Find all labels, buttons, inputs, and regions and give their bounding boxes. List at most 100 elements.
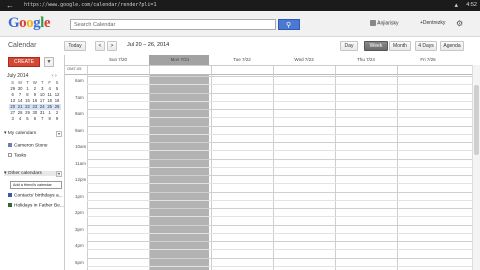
half-hour-line	[87, 183, 473, 185]
logo-letter: G	[8, 15, 20, 31]
time-label: 6am	[75, 78, 84, 83]
create-dropdown-button[interactable]: ▼	[44, 57, 54, 67]
day-header[interactable]: Thu 7/24	[335, 57, 397, 65]
calendar-item-birthdays[interactable]: Contacts' birthdays a...	[8, 193, 63, 198]
hour-line	[87, 257, 473, 259]
half-hour-line	[87, 117, 473, 119]
view-week-button[interactable]: Week	[364, 41, 388, 51]
logo-letter: e	[43, 15, 51, 31]
app-header: Google Search Calendar ⚲ Anjiarisky +Den…	[0, 11, 480, 37]
mini-calendar-title: July 2014	[7, 73, 29, 79]
back-arrow-icon[interactable]: ←	[6, 1, 14, 10]
time-label: 5pm	[75, 259, 84, 265]
mini-calendar-day[interactable]: 7	[39, 116, 46, 122]
user-label: Anjiarisky	[377, 20, 399, 27]
create-button[interactable]: CREATE	[8, 57, 40, 67]
user-menu[interactable]: Anjiarisky	[370, 20, 399, 26]
calendar-item-cameron[interactable]: Cameron Stone	[8, 143, 48, 148]
google-logo[interactable]: Google	[8, 15, 51, 32]
view-4days-button[interactable]: 4 Days	[415, 41, 437, 51]
hour-line	[87, 175, 473, 176]
my-calendars-title[interactable]: ▾ My calendars	[4, 131, 36, 136]
day-header[interactable]: Wed 7/23	[273, 57, 335, 65]
share-link[interactable]: +Dentrezky	[420, 20, 445, 26]
day-header[interactable]: Fri 7/25	[397, 57, 459, 65]
calendar-color-swatch	[8, 203, 12, 207]
prev-button[interactable]: <	[95, 41, 105, 51]
mini-calendar-day[interactable]: 9	[53, 116, 60, 122]
chevron-down-icon[interactable]: ▾	[56, 131, 62, 137]
time-label: 1pm	[75, 193, 84, 199]
time-label: 10am	[75, 144, 87, 149]
scrollbar-thumb[interactable]	[474, 85, 479, 155]
half-hour-line	[87, 216, 473, 218]
avatar	[370, 20, 376, 26]
mini-calendar-week: 3456789	[9, 116, 61, 122]
search-icon: ⚲	[286, 22, 292, 29]
app-title: Calendar	[8, 42, 37, 49]
mini-calendar-day[interactable]: 8	[46, 116, 53, 122]
tooltip: Add a friend's calendar	[10, 181, 62, 189]
calendar-item-label: Tasks	[14, 153, 27, 159]
calendar-color-swatch	[8, 153, 12, 157]
day-header[interactable]: Mon 7/21	[149, 57, 211, 65]
signal-icon: ▴	[454, 2, 458, 9]
half-hour-line	[87, 265, 473, 267]
grid-scrollbar[interactable]	[472, 65, 480, 270]
mini-calendar-day[interactable]: 5	[24, 116, 31, 122]
day-header[interactable]: Sun 7/20	[87, 57, 149, 65]
half-hour-line	[87, 199, 473, 201]
search-input[interactable]: Search Calendar	[70, 19, 276, 30]
calendar-item-label: Cameron Stone	[14, 143, 48, 149]
hour-line	[87, 92, 473, 94]
half-hour-line	[87, 249, 473, 251]
half-hour-line	[87, 150, 473, 152]
mini-calendar: S M T W T F S 29 30 1 2 3 4 5 6 7 8 9 10 11 12 13 14 15 16 17 18 19…	[9, 80, 61, 122]
hour-line	[87, 142, 473, 143]
hour-line	[87, 224, 473, 226]
half-hour-line	[87, 232, 473, 234]
timezone-label: GMT-05	[67, 66, 82, 71]
hour-line	[87, 125, 473, 127]
mini-calendar-day[interactable]: 3	[9, 116, 16, 122]
next-button[interactable]: >	[107, 41, 117, 51]
view-day-button[interactable]: Day	[340, 41, 358, 51]
hour-line	[87, 191, 473, 193]
time-label: 8am	[75, 111, 84, 116]
url-text[interactable]: https://www.google.com/calendar/render?p…	[24, 2, 156, 8]
time-label: 9am	[75, 127, 84, 133]
hour-line	[87, 76, 473, 77]
browser-url-bar: ← https://www.google.com/calendar/render…	[0, 0, 480, 11]
today-button[interactable]: Today	[64, 41, 86, 51]
view-month-button[interactable]: Month	[389, 41, 411, 51]
view-agenda-button[interactable]: Agenda	[440, 41, 464, 51]
time-label: 3pm	[75, 226, 84, 232]
calendar-item-tasks[interactable]: Tasks	[8, 153, 26, 158]
sidebar: CREATE ▼ July 2014 ‹ › S M T W T F S 29 30 1 2 3 4 5 6…	[0, 55, 64, 270]
half-hour-line	[87, 84, 473, 86]
day-header[interactable]: Tue 7/22	[211, 57, 273, 65]
clock-text: 4:52	[466, 2, 477, 8]
date-range-label: Jul 20 – 26, 2014	[127, 42, 170, 48]
time-label: 7am	[75, 94, 84, 100]
chevron-down-icon[interactable]: ▾	[56, 171, 62, 177]
time-label: 12pm	[75, 177, 87, 182]
hour-line	[87, 109, 473, 110]
mini-calendar-day[interactable]: 6	[31, 116, 38, 122]
gear-icon[interactable]: ⚙	[456, 19, 463, 28]
other-calendars-title[interactable]: ▾ Other calendars	[4, 171, 60, 176]
mini-calendar-nav[interactable]: ‹ ›	[52, 73, 57, 79]
week-grid[interactable]: GMT-05 Sun 7/20 Mon 7/21 Tue 7/22 Wed 7/23 T…	[64, 55, 473, 270]
search-button[interactable]: ⚲	[278, 19, 300, 30]
half-hour-line	[87, 100, 473, 102]
calendar-item-holidays[interactable]: Holidays in Father Be...	[8, 203, 64, 208]
mini-calendar-day[interactable]: 4	[16, 116, 23, 122]
half-hour-line	[87, 133, 473, 135]
browser-screen: ← https://www.google.com/calendar/render…	[0, 0, 480, 270]
hour-line	[87, 158, 473, 160]
half-hour-line	[87, 166, 473, 168]
all-day-row[interactable]	[65, 65, 473, 75]
hour-line	[87, 241, 473, 242]
hour-line	[87, 208, 473, 209]
time-label: 4pm	[75, 243, 84, 248]
